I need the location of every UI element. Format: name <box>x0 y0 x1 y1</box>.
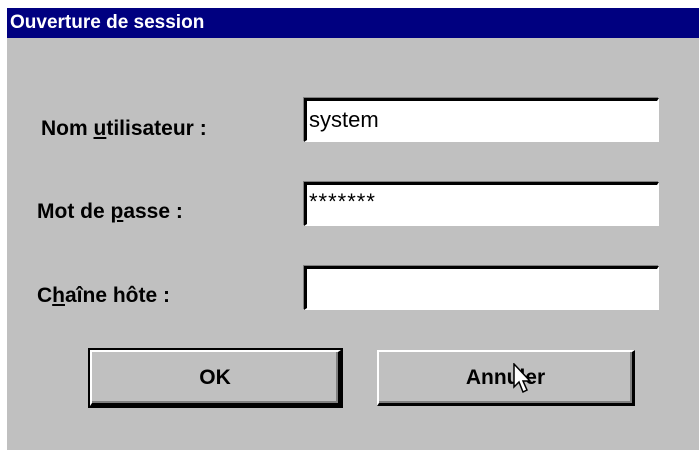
login-dialog: Ouverture de session Nom utilisateur : s… <box>0 0 699 450</box>
username-label: Nom utilisateur : <box>41 117 207 140</box>
password-value: ******* <box>309 189 376 214</box>
host-string-field[interactable] <box>304 266 659 310</box>
password-field[interactable]: ******* <box>304 182 659 226</box>
password-label: Mot de passe : <box>37 200 183 223</box>
host-string-label: Chaîne hôte : <box>37 284 171 307</box>
username-field[interactable]: system <box>304 98 659 142</box>
ok-button-label: OK <box>199 366 231 389</box>
window-title: Ouverture de session <box>10 12 205 33</box>
username-value: system <box>309 107 379 132</box>
title-bar[interactable]: Ouverture de session <box>7 8 699 38</box>
cancel-button-label: Annuler <box>465 366 546 389</box>
mouse-pointer-icon <box>513 363 532 394</box>
ok-button[interactable]: OK <box>88 348 343 408</box>
cancel-button[interactable]: Annuler <box>377 350 635 406</box>
